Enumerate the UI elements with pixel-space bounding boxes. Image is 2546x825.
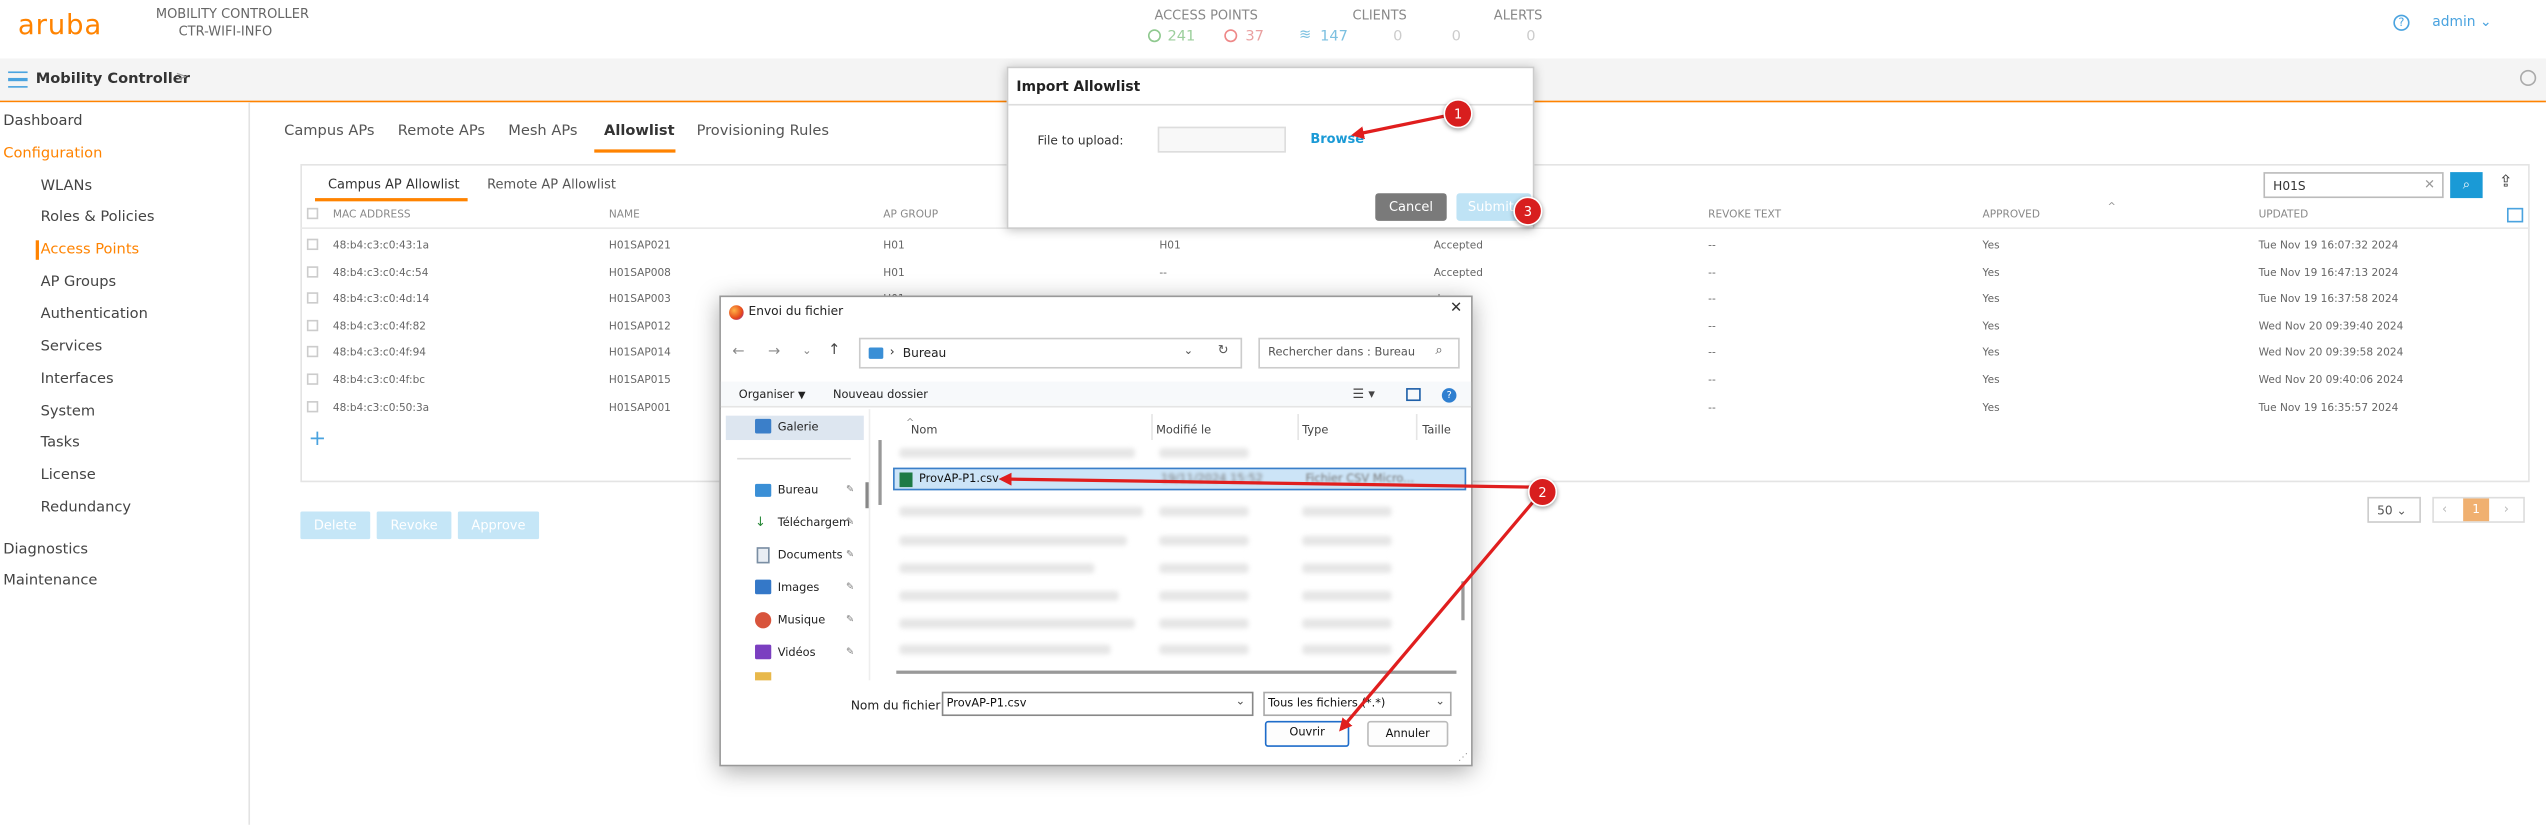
step-badge-1: 1 [1443, 99, 1473, 129]
annotation-arrows [998, 113, 1538, 732]
step-badge-3: 3 [1513, 196, 1543, 226]
arrow-to-browse [1350, 113, 1449, 140]
arrow-to-file [998, 472, 1533, 489]
step-badge-2: 2 [1527, 477, 1558, 507]
arrow-to-open [1339, 497, 1538, 732]
app-root: aruba MOBILITY CONTROLLER CTR-WIFI-INFO … [0, 0, 2546, 825]
